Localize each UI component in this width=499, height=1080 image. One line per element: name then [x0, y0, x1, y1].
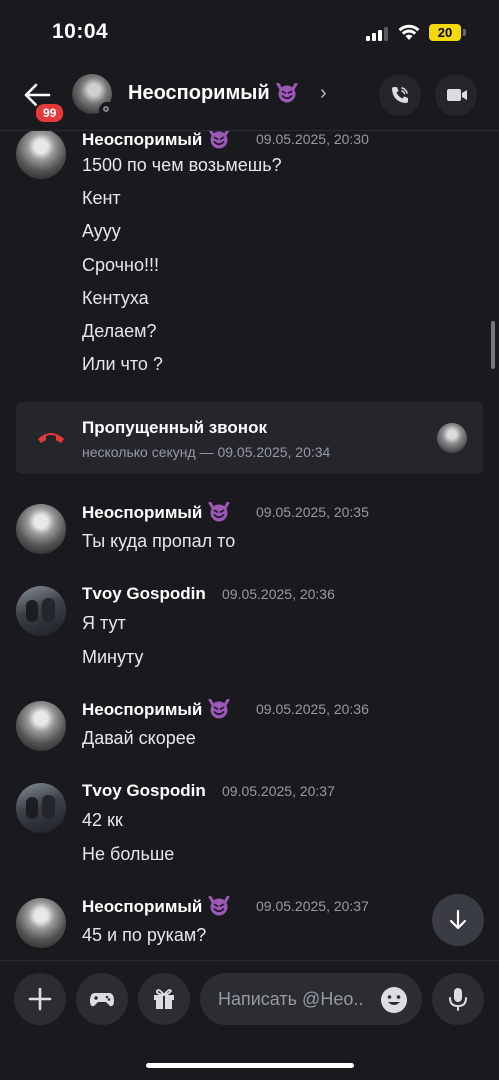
missed-call-card[interactable]: Пропущенный звонок несколько секунд — 09…	[16, 402, 483, 474]
smiling-devil-icon	[209, 131, 230, 149]
page-title[interactable]: Неоспоримый	[128, 82, 298, 105]
gamepad-icon	[90, 993, 114, 1007]
message-text[interactable]: Я тут	[82, 613, 126, 634]
arrow-down-icon	[449, 909, 467, 930]
message-text[interactable]: Давай скорее	[82, 728, 196, 749]
gift-icon	[154, 989, 174, 1009]
plus-icon	[28, 987, 52, 1011]
unread-badge: 99	[34, 102, 66, 124]
message-text[interactable]: Кент	[82, 188, 121, 209]
message-list[interactable]: Неоспоримый 09.05.2025, 20:30 1500 по че…	[0, 131, 499, 961]
avatar[interactable]	[16, 131, 66, 179]
avatar[interactable]	[16, 783, 66, 833]
emoji-icon[interactable]	[380, 986, 408, 1014]
message-input[interactable]: Написать @Нео..	[200, 973, 422, 1025]
add-attachment-button[interactable]	[14, 973, 66, 1025]
message-timestamp: 09.05.2025, 20:36	[256, 701, 369, 717]
status-bar: 10:04 20	[0, 0, 499, 66]
message-input-placeholder[interactable]: Написать @Нео..	[218, 989, 376, 1010]
scrollbar[interactable]	[491, 321, 495, 369]
status-indicator	[99, 102, 115, 118]
message-timestamp: 09.05.2025, 20:37	[222, 783, 335, 799]
video-call-button[interactable]	[435, 74, 477, 116]
message-author[interactable]: Неоспоримый	[82, 896, 230, 917]
signal-icon	[366, 27, 390, 41]
message-text[interactable]: 42 кк	[82, 810, 123, 831]
message-author[interactable]: Tvoy Gospodin	[82, 584, 206, 604]
message-author[interactable]: Неоспоримый	[82, 131, 230, 150]
voice-message-button[interactable]	[432, 973, 484, 1025]
avatar[interactable]	[16, 898, 66, 948]
phone-icon	[392, 87, 408, 103]
avatar[interactable]	[16, 586, 66, 636]
message-text[interactable]: Срочно!!!	[82, 255, 159, 276]
smiling-devil-icon	[208, 699, 230, 719]
jump-to-latest-button[interactable]	[432, 894, 484, 946]
chevron-right-icon[interactable]: ›	[320, 82, 327, 105]
voice-call-button[interactable]	[379, 74, 421, 116]
microphone-icon	[449, 988, 467, 1011]
wifi-icon	[398, 24, 420, 40]
message-timestamp: 09.05.2025, 20:30	[256, 131, 369, 147]
avatar[interactable]	[16, 701, 66, 751]
message-text[interactable]: 1500 по чем возьмешь?	[82, 155, 282, 176]
message-text[interactable]: Делаем?	[82, 321, 157, 342]
message-text[interactable]: Минуту	[82, 647, 143, 668]
status-time: 10:04	[52, 20, 109, 43]
avatar	[437, 423, 467, 453]
video-icon	[447, 89, 467, 101]
message-author[interactable]: Неоспоримый	[82, 699, 230, 720]
activities-button[interactable]	[76, 973, 128, 1025]
smiling-devil-icon	[208, 896, 230, 916]
missed-call-title: Пропущенный звонок	[82, 418, 267, 437]
message-timestamp: 09.05.2025, 20:35	[256, 504, 369, 520]
message-text[interactable]: Не больше	[82, 844, 174, 865]
smiling-devil-icon	[208, 502, 230, 522]
message-author[interactable]: Tvoy Gospodin	[82, 781, 206, 801]
message-author[interactable]: Неоспоримый	[82, 502, 230, 523]
missed-call-icon	[38, 433, 64, 443]
message-text[interactable]: Ты куда пропал то	[82, 531, 235, 552]
gift-button[interactable]	[138, 973, 190, 1025]
home-indicator	[146, 1063, 354, 1068]
battery-icon: 20	[429, 24, 461, 41]
missed-call-subtitle: несколько секунд — 09.05.2025, 20:34	[82, 444, 331, 460]
smiling-devil-icon	[276, 83, 298, 103]
avatar[interactable]	[16, 504, 66, 554]
message-timestamp: 09.05.2025, 20:37	[256, 898, 369, 914]
message-timestamp: 09.05.2025, 20:36	[222, 586, 335, 602]
chat-header: 99 Неоспоримый ›	[0, 66, 499, 131]
message-text[interactable]: Кентуха	[82, 288, 149, 309]
message-text[interactable]: 45 и по рукам?	[82, 925, 206, 946]
message-text[interactable]: Или что ?	[82, 354, 163, 375]
message-text[interactable]: Аууу	[82, 221, 121, 242]
